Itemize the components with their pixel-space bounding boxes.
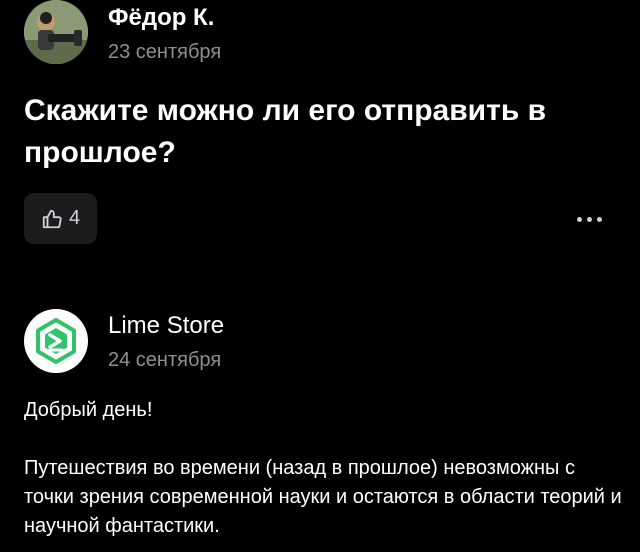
more-options-button[interactable] bbox=[569, 205, 609, 233]
answer-paragraph: Добрый день! bbox=[24, 399, 153, 421]
like-count: 4 bbox=[68, 207, 81, 229]
author-name[interactable]: Фёдор К. bbox=[108, 3, 221, 33]
avatar-photo-icon bbox=[24, 0, 88, 64]
answer-author-block: Lime Store 24 сентября bbox=[108, 309, 224, 373]
question-text: Скажите можно ли его отправить в прошлое… bbox=[24, 94, 547, 169]
lime-store-logo-icon bbox=[36, 318, 76, 364]
more-horizontal-icon bbox=[596, 216, 602, 222]
answer-date: 24 сентября bbox=[108, 349, 222, 371]
reviews-thread: Фёдор К. 23 сентября Скажите можно ли ег… bbox=[0, 0, 640, 552]
author-block: Фёдор К. 23 сентября bbox=[108, 0, 221, 65]
answer-text: Добрый день! Путешествия во времени (наз… bbox=[24, 396, 624, 552]
answer-header: Lime Store 24 сентября bbox=[24, 309, 224, 373]
question-header: Фёдор К. 23 сентября bbox=[24, 0, 221, 65]
thumbs-up-icon bbox=[41, 208, 63, 230]
answer-paragraph: Путешествия во времени (назад в прошлое)… bbox=[24, 457, 622, 537]
store-name[interactable]: Lime Store bbox=[108, 311, 224, 341]
store-avatar[interactable] bbox=[24, 309, 88, 373]
like-button[interactable]: 4 bbox=[24, 193, 97, 244]
more-horizontal-icon bbox=[576, 216, 582, 222]
post-date: 23 сентября bbox=[108, 41, 222, 63]
avatar[interactable] bbox=[24, 0, 88, 64]
more-horizontal-icon bbox=[586, 216, 592, 222]
